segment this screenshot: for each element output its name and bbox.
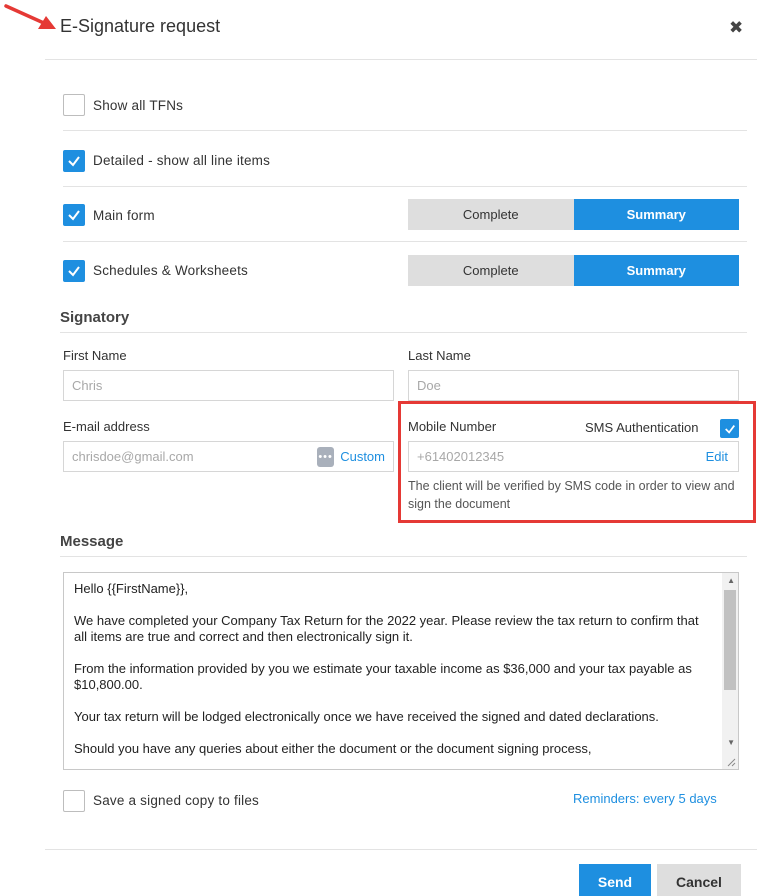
- sms-authentication-checkbox[interactable]: [720, 419, 739, 438]
- detailed-checkbox[interactable]: [63, 150, 85, 172]
- dialog-title: E-Signature request: [60, 16, 221, 36]
- first-name-field: [63, 370, 394, 401]
- message-heading: Message: [60, 533, 124, 550]
- main-form-checkbox[interactable]: [63, 204, 85, 226]
- last-name-label: Last Name: [408, 348, 471, 363]
- email-field: ••• Custom: [63, 441, 394, 472]
- check-icon: [68, 210, 80, 221]
- schedules-complete-button[interactable]: Complete: [408, 255, 574, 286]
- message-paragraph: We have completed your Company Tax Retur…: [74, 613, 699, 644]
- divider: [63, 241, 747, 242]
- send-button[interactable]: Send: [579, 864, 651, 896]
- edit-mobile-link[interactable]: Edit: [706, 449, 728, 464]
- main-form-segmented-control: Complete Summary: [408, 199, 739, 230]
- last-name-input[interactable]: [417, 378, 730, 393]
- sms-authentication-label: SMS Authentication: [585, 420, 699, 435]
- reminders-link[interactable]: Reminders: every 5 days: [573, 791, 717, 806]
- cancel-button[interactable]: Cancel: [657, 864, 741, 896]
- message-text: Hello {{FirstName}}, We have completed y…: [74, 581, 714, 769]
- check-icon: [68, 156, 80, 167]
- message-paragraph: Hello {{FirstName}},: [74, 581, 189, 596]
- schedules-summary-button[interactable]: Summary: [573, 255, 739, 286]
- mobile-number-field: Edit: [408, 441, 739, 472]
- close-icon[interactable]: ✖: [729, 18, 743, 38]
- header-divider: [45, 59, 757, 60]
- check-icon: [68, 266, 80, 277]
- divider: [63, 186, 747, 187]
- save-copy-checkbox[interactable]: [63, 790, 85, 812]
- schedules-segmented-control: Complete Summary: [408, 255, 739, 286]
- annotation-arrow-icon: [4, 4, 56, 29]
- check-icon: [724, 424, 735, 434]
- resize-handle-icon[interactable]: [727, 758, 736, 767]
- message-paragraph: Should you have any queries about either…: [74, 741, 592, 756]
- signatory-divider: [60, 332, 747, 333]
- custom-email-link[interactable]: Custom: [340, 449, 385, 464]
- message-textarea[interactable]: Hello {{FirstName}}, We have completed y…: [63, 572, 739, 770]
- mobile-number-label: Mobile Number: [408, 419, 497, 434]
- message-paragraph: Your tax return will be lodged electroni…: [74, 709, 659, 724]
- message-divider: [60, 556, 747, 557]
- first-name-input[interactable]: [72, 378, 385, 393]
- signatory-heading: Signatory: [60, 309, 130, 326]
- schedules-checkbox[interactable]: [63, 260, 85, 282]
- divider: [63, 130, 747, 131]
- first-name-label: First Name: [63, 348, 127, 363]
- show-all-tfns-checkbox[interactable]: [63, 94, 85, 116]
- last-name-field: [408, 370, 739, 401]
- email-input[interactable]: [72, 449, 317, 464]
- show-all-tfns-label: Show all TFNs: [93, 98, 184, 113]
- message-scrollbar[interactable]: ▲ ▼: [722, 573, 738, 769]
- mobile-number-input[interactable]: [417, 449, 706, 464]
- message-paragraph: From the information provided by you we …: [74, 661, 692, 692]
- footer-divider: [45, 849, 757, 850]
- more-options-icon[interactable]: •••: [316, 446, 335, 467]
- main-form-label: Main form: [93, 208, 155, 223]
- main-form-complete-button[interactable]: Complete: [408, 199, 574, 230]
- scroll-down-icon[interactable]: ▼: [727, 738, 735, 747]
- sms-hint-text: The client will be verified by SMS code …: [408, 479, 735, 511]
- scroll-up-icon[interactable]: ▲: [727, 576, 735, 585]
- email-label: E-mail address: [63, 419, 150, 434]
- save-copy-label: Save a signed copy to files: [93, 793, 259, 808]
- detailed-label: Detailed - show all line items: [93, 153, 271, 168]
- schedules-label: Schedules & Worksheets: [93, 263, 248, 278]
- scrollbar-thumb[interactable]: [724, 590, 736, 690]
- main-form-summary-button[interactable]: Summary: [573, 199, 739, 230]
